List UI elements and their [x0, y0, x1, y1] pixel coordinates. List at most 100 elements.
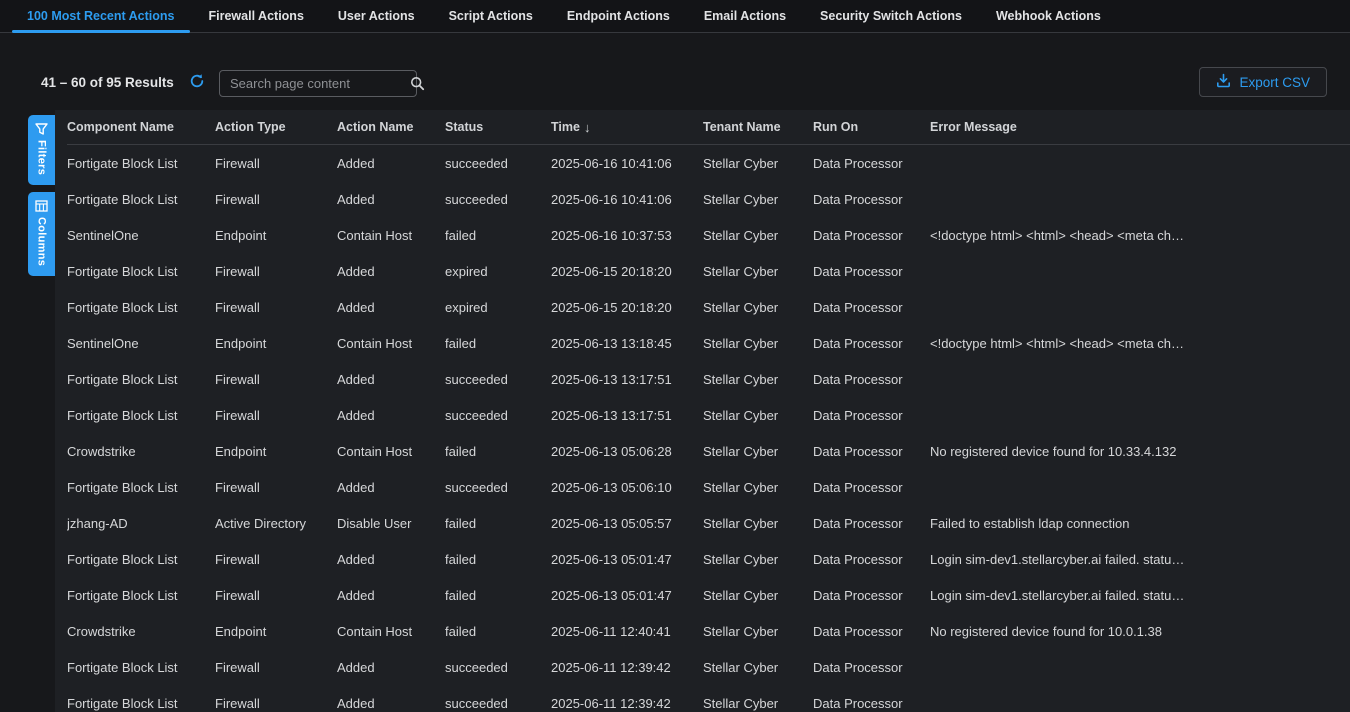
column-header[interactable]: Time ↓ — [551, 120, 703, 135]
table-row[interactable]: Fortigate Block List Firewall Added succ… — [67, 685, 1350, 712]
table-row[interactable]: Fortigate Block List Firewall Added succ… — [67, 649, 1350, 685]
cell-component-name: Fortigate Block List — [67, 588, 215, 603]
cell-run-on: Data Processor — [813, 552, 930, 567]
cell-status: failed — [445, 336, 551, 351]
cell-tenant-name: Stellar Cyber — [703, 516, 813, 531]
cell-status: succeeded — [445, 192, 551, 207]
cell-action-type: Firewall — [215, 660, 337, 675]
column-header-label: Action Name — [337, 120, 413, 134]
cell-status: failed — [445, 444, 551, 459]
table-row[interactable]: Fortigate Block List Firewall Added succ… — [67, 145, 1350, 181]
table-row[interactable]: Fortigate Block List Firewall Added succ… — [67, 469, 1350, 505]
column-header[interactable]: Run On — [813, 120, 930, 134]
table-row[interactable]: Fortigate Block List Firewall Added succ… — [67, 361, 1350, 397]
table-row[interactable]: Crowdstrike Endpoint Contain Host failed… — [67, 613, 1350, 649]
table-row[interactable]: SentinelOne Endpoint Contain Host failed… — [67, 325, 1350, 361]
table-row[interactable]: Fortigate Block List Firewall Added succ… — [67, 397, 1350, 433]
table-row[interactable]: SentinelOne Endpoint Contain Host failed… — [67, 217, 1350, 253]
tab-item[interactable]: Firewall Actions — [192, 0, 321, 32]
table-row[interactable]: Fortigate Block List Firewall Added succ… — [67, 181, 1350, 217]
cell-time: 2025-06-16 10:41:06 — [551, 192, 703, 207]
cell-tenant-name: Stellar Cyber — [703, 624, 813, 639]
filters-tab[interactable]: Filters — [28, 115, 55, 185]
tab-item[interactable]: Script Actions — [432, 0, 550, 32]
actions-table: Component Name Action Type Action Name S… — [55, 110, 1350, 712]
column-header[interactable]: Tenant Name — [703, 120, 813, 134]
tab-item[interactable]: Email Actions — [687, 0, 803, 32]
tab-item[interactable]: Endpoint Actions — [550, 0, 687, 32]
cell-component-name: Fortigate Block List — [67, 192, 215, 207]
refresh-button[interactable] — [188, 74, 206, 92]
column-header[interactable]: Action Name — [337, 120, 445, 134]
column-header-label: Action Type — [215, 120, 286, 134]
cell-component-name: Fortigate Block List — [67, 480, 215, 495]
cell-time: 2025-06-16 10:41:06 — [551, 156, 703, 171]
cell-action-name: Contain Host — [337, 624, 445, 639]
toolbar: 41 – 60 of 95 Results Export CSV — [0, 62, 1350, 104]
cell-error-message: No registered device found for 10.33.4.1… — [930, 444, 1350, 459]
cell-component-name: Crowdstrike — [67, 624, 215, 639]
cell-time: 2025-06-13 13:18:45 — [551, 336, 703, 351]
column-header[interactable]: Action Type — [215, 120, 337, 134]
export-csv-button[interactable]: Export CSV — [1199, 67, 1327, 97]
cell-tenant-name: Stellar Cyber — [703, 444, 813, 459]
column-header-label: Run On — [813, 120, 858, 134]
cell-time: 2025-06-11 12:39:42 — [551, 660, 703, 675]
cell-tenant-name: Stellar Cyber — [703, 660, 813, 675]
column-header[interactable]: Component Name — [67, 120, 215, 134]
cell-component-name: Fortigate Block List — [67, 300, 215, 315]
cell-status: failed — [445, 624, 551, 639]
cell-component-name: Crowdstrike — [67, 444, 215, 459]
cell-tenant-name: Stellar Cyber — [703, 228, 813, 243]
table-row[interactable]: Fortigate Block List Firewall Added expi… — [67, 289, 1350, 325]
cell-run-on: Data Processor — [813, 444, 930, 459]
table-row[interactable]: Fortigate Block List Firewall Added fail… — [67, 541, 1350, 577]
cell-status: succeeded — [445, 480, 551, 495]
cell-action-name: Contain Host — [337, 444, 445, 459]
tab-item[interactable]: Security Switch Actions — [803, 0, 979, 32]
tab-item[interactable]: 100 Most Recent Actions — [10, 0, 192, 32]
table-row[interactable]: Crowdstrike Endpoint Contain Host failed… — [67, 433, 1350, 469]
cell-run-on: Data Processor — [813, 372, 930, 387]
cell-status: succeeded — [445, 156, 551, 171]
table-row[interactable]: jzhang-AD Active Directory Disable User … — [67, 505, 1350, 541]
cell-run-on: Data Processor — [813, 156, 930, 171]
filter-icon — [35, 123, 48, 135]
sort-descending-icon: ↓ — [584, 120, 591, 135]
cell-component-name: Fortigate Block List — [67, 696, 215, 711]
tab-item[interactable]: Webhook Actions — [979, 0, 1118, 32]
column-header-label: Status — [445, 120, 483, 134]
cell-component-name: Fortigate Block List — [67, 660, 215, 675]
cell-action-type: Endpoint — [215, 336, 337, 351]
columns-icon — [35, 200, 48, 212]
columns-tab-label: Columns — [36, 217, 48, 266]
column-header[interactable]: Status — [445, 120, 551, 134]
cell-status: failed — [445, 228, 551, 243]
cell-run-on: Data Processor — [813, 264, 930, 279]
cell-action-name: Added — [337, 408, 445, 423]
cell-component-name: Fortigate Block List — [67, 552, 215, 567]
cell-status: failed — [445, 516, 551, 531]
cell-action-type: Endpoint — [215, 228, 337, 243]
cell-action-type: Firewall — [215, 264, 337, 279]
cell-tenant-name: Stellar Cyber — [703, 192, 813, 207]
cell-status: succeeded — [445, 696, 551, 711]
cell-error-message: Login sim-dev1.stellarcyber.ai failed. s… — [930, 552, 1350, 567]
search-icon[interactable] — [410, 76, 425, 91]
side-tabs: Filters Columns — [28, 115, 55, 283]
table-row[interactable]: Fortigate Block List Firewall Added fail… — [67, 577, 1350, 613]
cell-run-on: Data Processor — [813, 696, 930, 711]
cell-run-on: Data Processor — [813, 300, 930, 315]
table-row[interactable]: Fortigate Block List Firewall Added expi… — [67, 253, 1350, 289]
search-input[interactable] — [220, 71, 410, 96]
column-header-label: Error Message — [930, 120, 1017, 134]
cell-action-type: Firewall — [215, 480, 337, 495]
cell-action-type: Firewall — [215, 156, 337, 171]
cell-action-type: Firewall — [215, 552, 337, 567]
columns-tab[interactable]: Columns — [28, 192, 55, 276]
tab-item[interactable]: User Actions — [321, 0, 432, 32]
cell-time: 2025-06-11 12:40:41 — [551, 624, 703, 639]
cell-tenant-name: Stellar Cyber — [703, 372, 813, 387]
column-header[interactable]: Error Message — [930, 120, 1350, 134]
cell-action-name: Added — [337, 372, 445, 387]
